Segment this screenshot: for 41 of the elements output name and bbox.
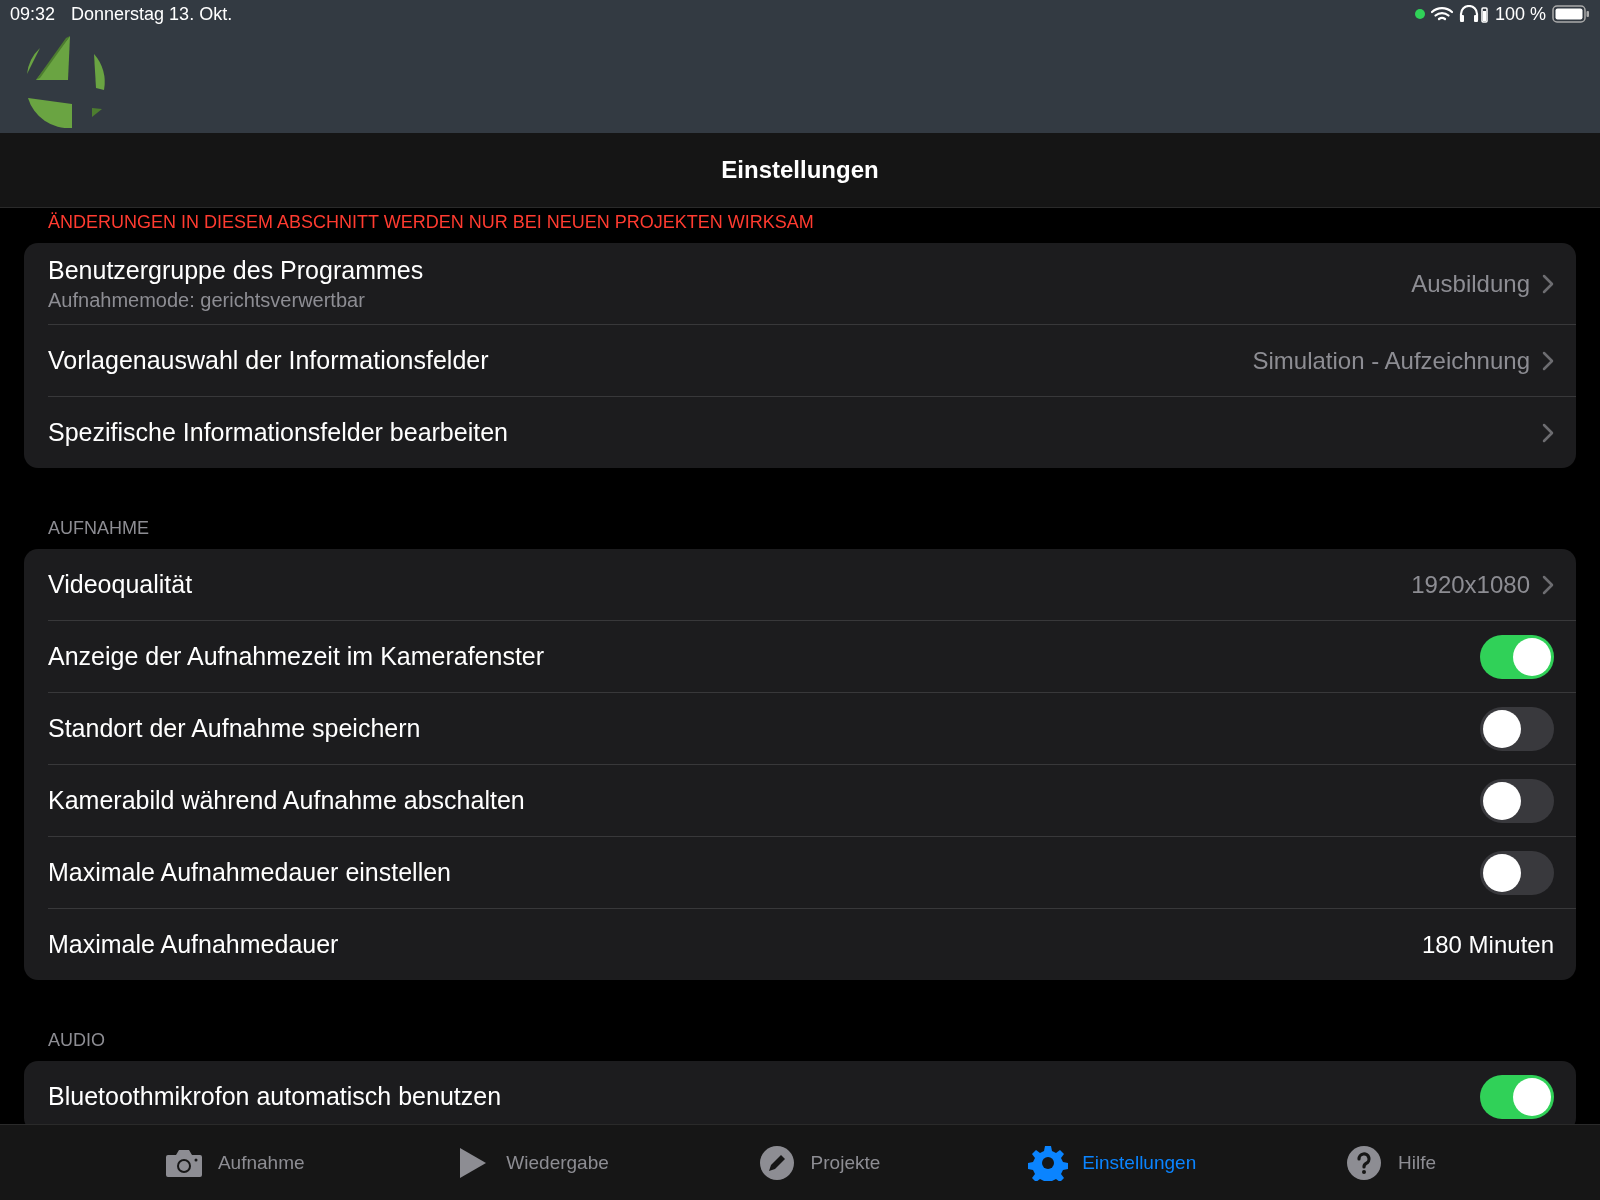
tab-item[interactable]: Einstellungen xyxy=(1022,1143,1203,1182)
tab-item[interactable]: Aufnahme xyxy=(157,1143,311,1182)
row-title: Kamerabild während Aufnahme abschalten xyxy=(48,786,526,815)
toggle-switch[interactable] xyxy=(1480,634,1554,679)
wifi-icon xyxy=(1430,6,1453,22)
row-title: Maximale Aufnahmedauer xyxy=(48,930,340,959)
chevron-icon xyxy=(1542,273,1554,294)
section-header: ÄNDERUNGEN IN DIESEM ABSCHNITT WERDEN NUR BEI NEUEN PROJEKTEN WIRKSAM xyxy=(47,212,815,233)
toggle-switch[interactable] xyxy=(1480,850,1554,895)
row-title: Bluetoothmikrofon automatisch benutzen xyxy=(48,1082,503,1111)
row-title: Vorlagenauswahl der Informationsfelder xyxy=(48,346,490,375)
toggle-switch[interactable] xyxy=(1480,778,1554,823)
tab-item[interactable]: Hilfe xyxy=(1338,1143,1443,1182)
headphones-icon xyxy=(1458,5,1489,23)
row-title: Maximale Aufnahmedauer einstellen xyxy=(48,858,452,887)
status-date: Donnerstag 13. Okt. xyxy=(71,3,233,25)
row-title: Standort der Aufnahme speichern xyxy=(48,714,422,743)
section-header: AUDIO xyxy=(47,1030,106,1051)
row-title: Spezifische Informationsfelder bearbeiten xyxy=(48,418,509,447)
chevron-icon xyxy=(1542,574,1554,595)
chevron-icon xyxy=(1542,422,1554,443)
row-subtitle: Aufnahmemode: gerichtsverwertbar xyxy=(48,288,366,312)
toggle-switch[interactable] xyxy=(1480,1074,1554,1119)
section-header: AUFNAHME xyxy=(47,518,150,539)
row-value: Ausbildung xyxy=(1411,269,1530,298)
settings-icon xyxy=(1028,1144,1069,1181)
toggle-switch[interactable] xyxy=(1480,706,1554,751)
tab-item[interactable]: Wiedergabe xyxy=(446,1143,615,1182)
row-title: Anzeige der Aufnahmezeit im Kamerafenster xyxy=(48,642,546,671)
battery-percent: 100 % xyxy=(1494,3,1546,25)
nav-title: Einstellungen xyxy=(721,156,879,184)
row-value: 1920x1080 xyxy=(1411,570,1530,599)
row-value: 180 Minuten xyxy=(1421,930,1554,959)
row-title: Videoqualität xyxy=(48,570,194,599)
status-time: 09:32 xyxy=(10,3,56,25)
chevron-icon xyxy=(1542,350,1554,371)
row-title: Benutzergruppe des Programmes xyxy=(48,255,425,285)
indicator-dot-icon xyxy=(1414,9,1425,19)
battery-icon xyxy=(1552,5,1590,23)
row-value: Simulation - Aufzeichnung xyxy=(1252,346,1530,375)
tab-item[interactable]: Projekte xyxy=(750,1143,887,1182)
